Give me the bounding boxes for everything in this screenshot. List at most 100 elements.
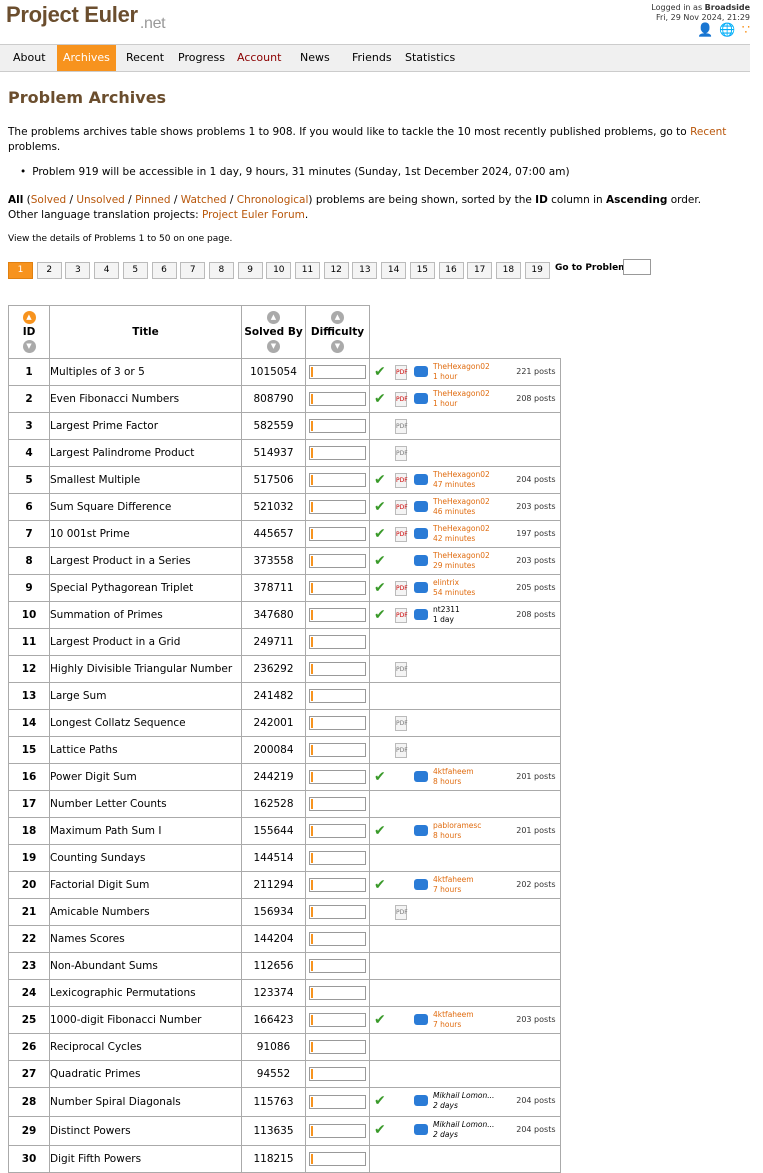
pdf-icon[interactable]: PDF	[395, 716, 408, 731]
filter-watched[interactable]: Watched	[181, 194, 227, 206]
globe-icon[interactable]: 🌐	[719, 24, 735, 37]
problem-title-link[interactable]: Special Pythagorean Triplet	[49, 574, 242, 602]
filter-pinned[interactable]: Pinned	[135, 194, 170, 206]
problem-title-link[interactable]: Largest Prime Factor	[49, 412, 242, 440]
page-6-button[interactable]: 6	[151, 262, 177, 279]
last-poster[interactable]: TheHexagon02 47 minutes	[433, 470, 505, 490]
sort-asc-icon[interactable]: ▲	[267, 311, 280, 324]
pdf-icon[interactable]: PDF	[395, 473, 408, 488]
page-18-button[interactable]: 18	[495, 262, 521, 279]
last-poster[interactable]: nt2311 1 day	[433, 605, 505, 625]
problem-title-link[interactable]: Reciprocal Cycles	[49, 1033, 242, 1061]
forum-chat-icon[interactable]	[414, 393, 428, 404]
forum-chat-icon[interactable]	[414, 501, 428, 512]
problem-title-link[interactable]: 1000-digit Fibonacci Number	[49, 1006, 242, 1034]
problem-title-link[interactable]: Quadratic Primes	[49, 1060, 242, 1088]
add-friend-icon[interactable]: 👤	[697, 24, 713, 37]
page-7-button[interactable]: 7	[180, 262, 206, 279]
page-5-button[interactable]: 5	[122, 262, 148, 279]
forum-chat-icon[interactable]	[414, 1014, 428, 1025]
rss-icon[interactable]: ∵	[742, 24, 750, 37]
forum-chat-icon[interactable]	[414, 474, 428, 485]
problem-title-link[interactable]: Names Scores	[49, 925, 242, 953]
filter-solved[interactable]: Solved	[31, 194, 66, 206]
goto-problem-input[interactable]	[623, 259, 651, 275]
problem-title-link[interactable]: Lattice Paths	[49, 736, 242, 764]
last-poster[interactable]: pabloramesc 8 hours	[433, 821, 505, 841]
nav-recent[interactable]: Recent	[120, 45, 170, 71]
last-poster[interactable]: TheHexagon02 46 minutes	[433, 497, 505, 517]
sort-desc-icon[interactable]: ▼	[331, 340, 344, 353]
page-19-button[interactable]: 19	[524, 262, 550, 279]
sort-desc-icon[interactable]: ▼	[22, 340, 36, 353]
pdf-icon[interactable]: PDF	[395, 608, 408, 623]
problem-title-link[interactable]: Distinct Powers	[49, 1116, 242, 1146]
page-14-button[interactable]: 14	[381, 262, 407, 279]
forum-chat-icon[interactable]	[414, 555, 428, 566]
problem-title-link[interactable]: Lexicographic Permutations	[49, 979, 242, 1007]
page-12-button[interactable]: 12	[323, 262, 349, 279]
problem-title-link[interactable]: Non-Abundant Sums	[49, 952, 242, 980]
pdf-icon[interactable]: PDF	[395, 581, 408, 596]
problem-title-link[interactable]: Amicable Numbers	[49, 898, 242, 926]
problem-title-link[interactable]: Summation of Primes	[49, 601, 242, 629]
filter-chronological[interactable]: Chronological	[237, 194, 309, 206]
problem-title-link[interactable]: Largest Palindrome Product	[49, 439, 242, 467]
nav-archives[interactable]: Archives	[57, 45, 116, 71]
pdf-icon[interactable]: PDF	[395, 527, 408, 542]
last-poster[interactable]: Mikhail Lomon... 2 days	[433, 1091, 505, 1111]
nav-news[interactable]: News	[294, 45, 336, 71]
nav-statistics[interactable]: Statistics	[399, 45, 461, 71]
col-difficulty-header[interactable]: ▲ Difficulty ▼	[305, 305, 370, 359]
username[interactable]: Broadside	[705, 3, 750, 12]
problem-title-link[interactable]: Counting Sundays	[49, 844, 242, 872]
pdf-icon[interactable]: PDF	[395, 905, 408, 920]
page-11-button[interactable]: 11	[295, 262, 320, 279]
problem-title-link[interactable]: Number Letter Counts	[49, 790, 242, 818]
page-8-button[interactable]: 8	[208, 262, 234, 279]
problem-title-link[interactable]: Digit Fifth Powers	[49, 1145, 242, 1173]
nav-about[interactable]: About	[7, 45, 52, 71]
last-poster[interactable]: TheHexagon02 29 minutes	[433, 551, 505, 571]
pdf-icon[interactable]: PDF	[395, 743, 408, 758]
last-poster[interactable]: TheHexagon02 1 hour	[433, 362, 505, 382]
problem-title-link[interactable]: Sum Square Difference	[49, 493, 242, 521]
sort-asc-icon[interactable]: ▲	[22, 311, 36, 324]
pdf-icon[interactable]: PDF	[395, 662, 408, 677]
problem-title-link[interactable]: Multiples of 3 or 5	[49, 358, 242, 386]
forum-chat-icon[interactable]	[414, 528, 428, 539]
page-15-button[interactable]: 15	[409, 262, 435, 279]
problem-title-link[interactable]: Power Digit Sum	[49, 763, 242, 791]
problem-title-link[interactable]: Largest Product in a Series	[49, 547, 242, 575]
problem-title-link[interactable]: Largest Product in a Grid	[49, 628, 242, 656]
forum-chat-icon[interactable]	[414, 1095, 428, 1106]
pdf-icon[interactable]: PDF	[395, 446, 408, 461]
nav-progress[interactable]: Progress	[172, 45, 231, 71]
nav-account[interactable]: Account	[231, 45, 287, 71]
page-10-button[interactable]: 10	[266, 262, 292, 279]
filter-all[interactable]: All	[8, 194, 23, 206]
page-4-button[interactable]: 4	[94, 262, 120, 279]
pdf-icon[interactable]: PDF	[395, 392, 408, 407]
forum-chat-icon[interactable]	[414, 1124, 428, 1135]
page-1-button[interactable]: 1	[8, 262, 33, 279]
problem-title-link[interactable]: Smallest Multiple	[49, 466, 242, 494]
page-17-button[interactable]: 17	[467, 262, 493, 279]
last-poster[interactable]: TheHexagon02 1 hour	[433, 389, 505, 409]
details-link[interactable]: View the details of Problems 1 to 50 on …	[8, 234, 232, 244]
problem-title-link[interactable]: Large Sum	[49, 682, 242, 710]
page-2-button[interactable]: 2	[36, 262, 62, 279]
sort-desc-icon[interactable]: ▼	[267, 340, 280, 353]
page-9-button[interactable]: 9	[237, 262, 263, 279]
filter-unsolved[interactable]: Unsolved	[76, 194, 125, 206]
pdf-icon[interactable]: PDF	[395, 419, 408, 434]
pdf-icon[interactable]: PDF	[395, 365, 408, 380]
problem-title-link[interactable]: Even Fibonacci Numbers	[49, 385, 242, 413]
problem-title-link[interactable]: Number Spiral Diagonals	[49, 1087, 242, 1117]
problem-title-link[interactable]: Maximum Path Sum I	[49, 817, 242, 845]
forum-chat-icon[interactable]	[414, 771, 428, 782]
pdf-icon[interactable]: PDF	[395, 500, 408, 515]
forum-link[interactable]: Project Euler Forum	[202, 209, 305, 221]
page-16-button[interactable]: 16	[438, 262, 464, 279]
last-poster[interactable]: TheHexagon02 42 minutes	[433, 524, 505, 544]
